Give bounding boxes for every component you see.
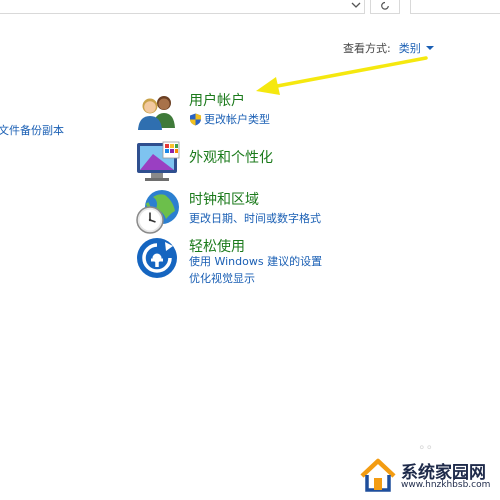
- watermark: 系统家园网 www.hnzkhbsb.com: [357, 452, 500, 500]
- category-title[interactable]: 用户帐户: [189, 90, 245, 110]
- view-by-label: 查看方式:: [343, 42, 391, 55]
- user-accounts-icon[interactable]: [135, 90, 181, 136]
- ease-of-access-icon[interactable]: [135, 236, 181, 282]
- category-title[interactable]: 时钟和区域: [189, 189, 259, 209]
- category-title[interactable]: 外观和个性化: [189, 147, 273, 167]
- change-date-time-link[interactable]: 更改日期、时间或数字格式: [189, 210, 321, 226]
- use-recommended-settings-link[interactable]: 使用 Windows 建议的设置: [189, 253, 322, 269]
- view-by-value[interactable]: 类别: [399, 40, 421, 56]
- file-history-link[interactable]: 文件备份副本: [0, 122, 64, 138]
- appearance-icon[interactable]: [135, 140, 181, 186]
- link-text[interactable]: 更改帐户类型: [204, 111, 270, 127]
- address-field[interactable]: [0, 0, 365, 14]
- watermark-url: www.hnzkhbsb.com: [401, 480, 491, 490]
- uac-shield-icon: [189, 113, 202, 126]
- annotation-arrow: [256, 56, 428, 95]
- change-account-type-link[interactable]: 更改帐户类型: [189, 111, 270, 127]
- search-input[interactable]: [410, 0, 500, 14]
- house-logo-icon: [359, 456, 397, 494]
- view-by: 查看方式: 类别: [343, 40, 434, 56]
- address-bar-area: [0, 0, 500, 16]
- view-by-dropdown[interactable]: 类别: [399, 40, 434, 56]
- clock-region-icon[interactable]: [135, 189, 181, 235]
- caret-down-icon[interactable]: [425, 46, 434, 50]
- chevron-down-icon[interactable]: [346, 0, 366, 14]
- optimize-visual-display-link[interactable]: 优化视觉显示: [189, 270, 255, 286]
- refresh-icon[interactable]: [370, 0, 400, 14]
